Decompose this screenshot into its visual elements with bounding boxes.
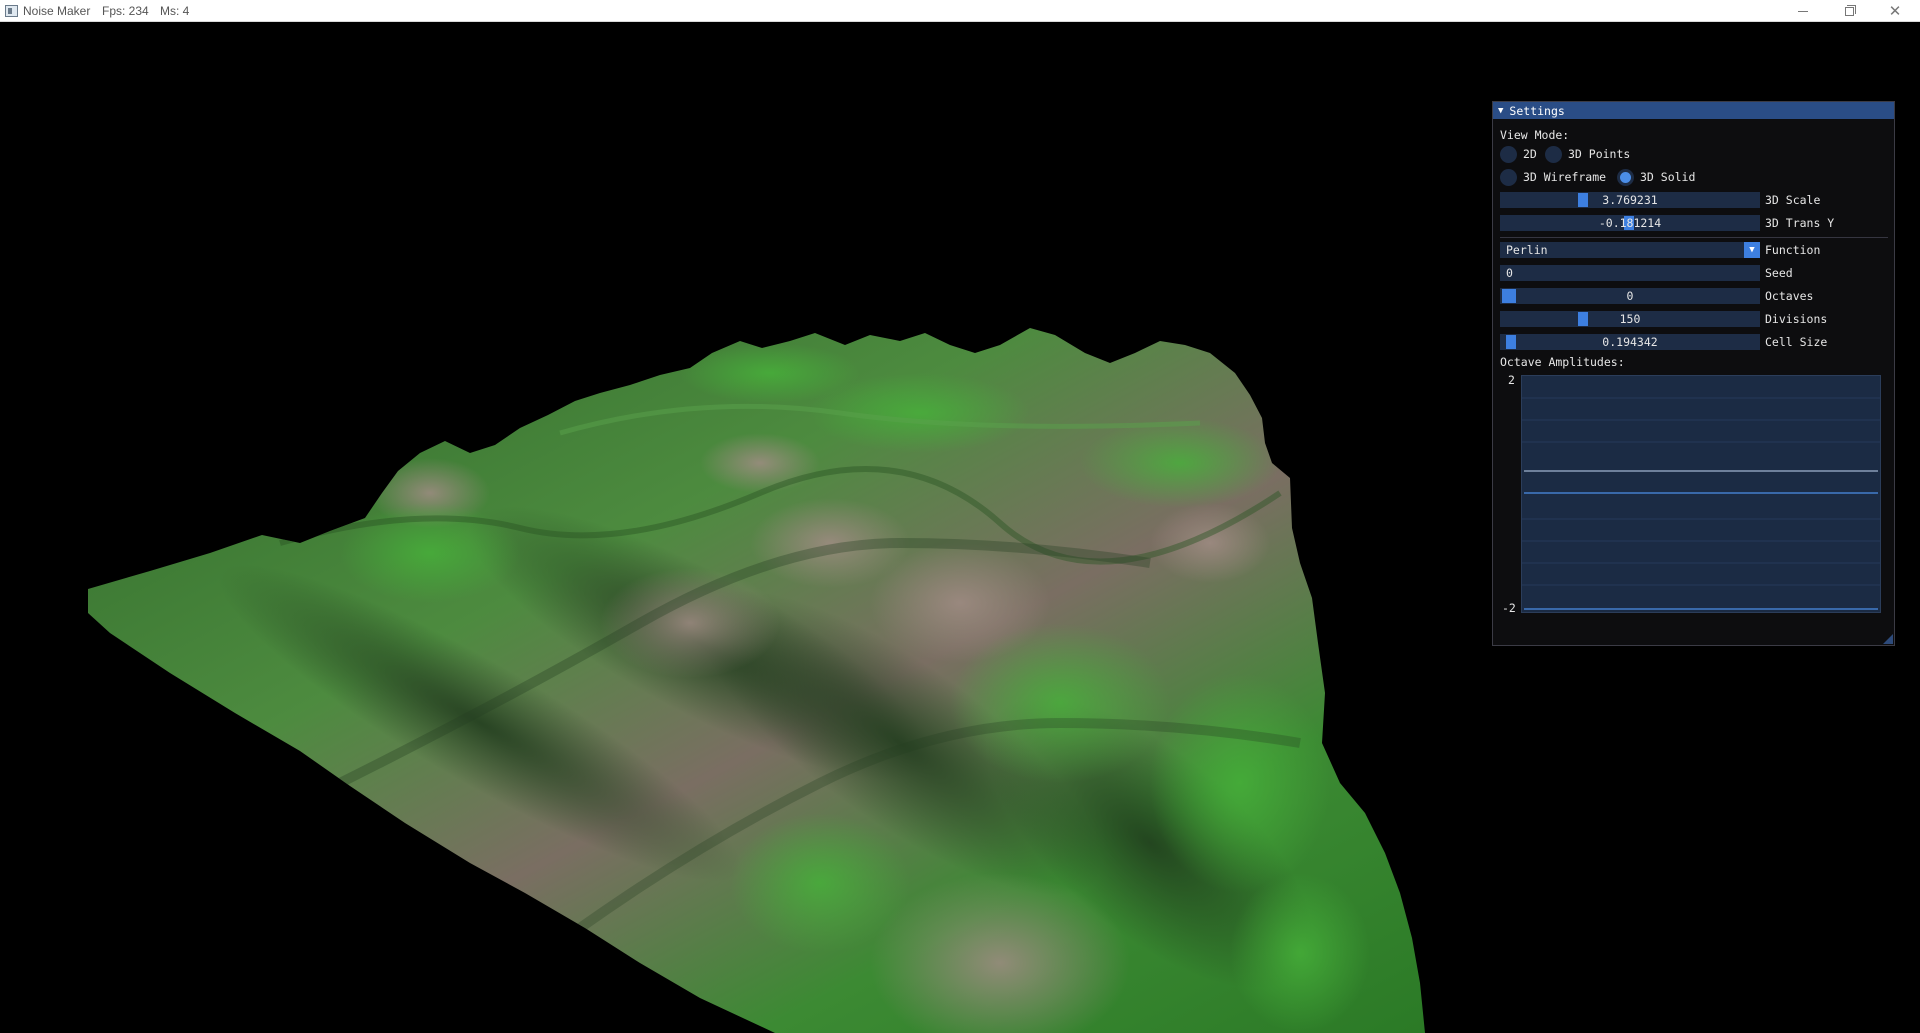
settings-header[interactable]: ▼ Settings [1493, 102, 1894, 119]
scale-label: 3D Scale [1765, 193, 1821, 207]
close-button[interactable]: ✕ [1872, 0, 1918, 22]
trans-y-label: 3D Trans Y [1765, 216, 1835, 230]
divisions-value: 150 [1619, 312, 1641, 326]
trans-y-slider[interactable]: -0.181214 [1500, 215, 1760, 231]
function-combo[interactable]: Perlin ▼ [1500, 242, 1760, 258]
title-bar: Noise Maker Fps: 234 Ms: 4 ✕ [0, 0, 1920, 22]
radio-2d[interactable] [1500, 146, 1517, 163]
cell-size-value: 0.194342 [1602, 335, 1658, 349]
window-title: Noise Maker [23, 4, 91, 18]
plot-max-label: 2 [1508, 373, 1515, 387]
cell-size-label: Cell Size [1765, 335, 1828, 349]
octaves-label: Octaves [1765, 289, 1814, 303]
restore-icon [1844, 4, 1856, 16]
resize-grip[interactable] [1883, 634, 1893, 644]
restore-button[interactable] [1826, 0, 1872, 22]
radio-3d-wireframe[interactable] [1500, 169, 1517, 186]
function-value: Perlin [1506, 243, 1548, 257]
function-label: Function [1765, 243, 1821, 257]
plot-grid [1522, 397, 1880, 610]
radio-3d-solid[interactable] [1617, 169, 1634, 186]
octave-amplitudes-plot[interactable] [1521, 375, 1881, 613]
collapse-arrow-icon[interactable]: ▼ [1498, 106, 1503, 116]
octave-amplitudes-label: Octave Amplitudes: [1500, 355, 1625, 369]
seed-value: 0 [1506, 266, 1513, 280]
settings-panel[interactable]: ▼ Settings View Mode: 2D 3D Points 3D Wi… [1492, 101, 1895, 646]
plot-min-label: -2 [1502, 601, 1516, 615]
scale-value: 3.769231 [1602, 193, 1658, 207]
octaves-value: 0 [1626, 289, 1634, 303]
octaves-slider[interactable]: 0 [1500, 288, 1760, 304]
view-mode-label: View Mode: [1500, 128, 1570, 142]
seed-input[interactable]: 0 [1500, 265, 1760, 281]
radio-2d-label[interactable]: 2D [1523, 147, 1537, 161]
ms-readout: Ms: 4 [160, 4, 190, 18]
seed-label: Seed [1765, 266, 1793, 280]
separator [1500, 237, 1888, 238]
radio-3d-points[interactable] [1545, 146, 1562, 163]
trans-y-value: -0.181214 [1598, 216, 1662, 230]
divisions-label: Divisions [1765, 312, 1828, 326]
minimize-button[interactable] [1780, 0, 1826, 22]
minimize-icon [1798, 10, 1808, 12]
cell-size-slider[interactable]: 0.194342 [1500, 334, 1760, 350]
radio-3d-wireframe-label[interactable]: 3D Wireframe [1523, 170, 1606, 184]
app-icon [5, 5, 18, 17]
settings-title: Settings [1509, 103, 1565, 118]
radio-3d-points-label[interactable]: 3D Points [1568, 147, 1630, 161]
scale-slider[interactable]: 3.769231 [1500, 192, 1760, 208]
divisions-slider[interactable]: 150 [1500, 311, 1760, 327]
radio-3d-solid-label[interactable]: 3D Solid [1640, 170, 1695, 184]
fps-readout: Fps: 234 [102, 4, 149, 18]
close-icon: ✕ [1888, 1, 1902, 20]
chevron-down-icon[interactable]: ▼ [1744, 242, 1760, 258]
